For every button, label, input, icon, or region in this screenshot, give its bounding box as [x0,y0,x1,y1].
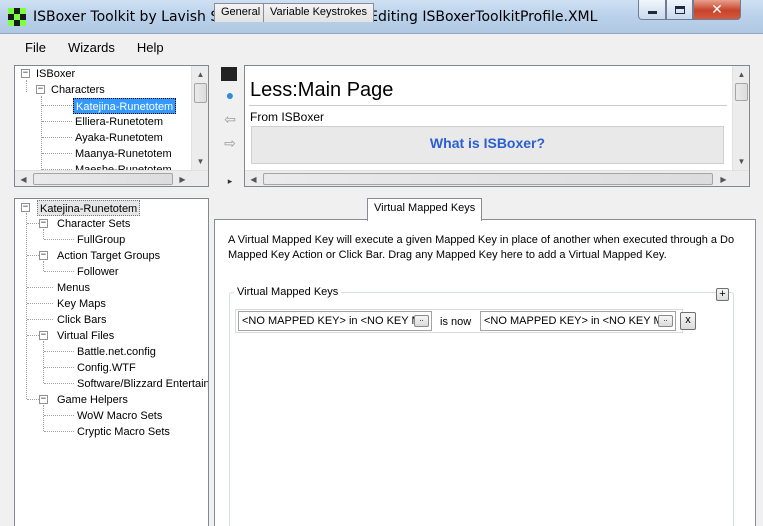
source-mapped-key-field[interactable]: <NO MAPPED KEY> in <NO KEY M .. [238,311,432,331]
browse-target-button[interactable]: .. [658,315,673,327]
scrollbar-thumb[interactable] [735,83,748,101]
scrollbar-thumb[interactable] [263,173,713,185]
tree-item-character[interactable]: Elliera-Runetotem [75,114,163,130]
home-icon[interactable] [221,67,237,81]
forward-arrow-icon[interactable]: ⇨ [221,135,239,151]
tree-item-key-maps[interactable]: Key Maps [57,296,106,312]
tree-item-virtual-file[interactable]: Battle.net.config [77,344,156,360]
tree-item-character[interactable]: Katejina-Runetotem [73,98,177,114]
collapse-toolbar-icon[interactable]: ▸ [221,173,239,189]
maximize-button[interactable] [666,0,693,20]
tree-item-click-bars[interactable]: Click Bars [57,312,107,328]
scroll-left-icon[interactable]: ◀ [15,171,32,186]
tree-item-virtual-file[interactable]: Software/Blizzard Entertain [77,376,208,392]
menu-file[interactable]: File [14,38,57,57]
add-vmk-button[interactable]: + [716,288,729,301]
minimize-icon [647,11,657,14]
tree-item-fullgroup[interactable]: FullGroup [77,232,125,248]
collapse-icon[interactable]: − [21,203,30,212]
page-source: From ISBoxer [250,110,325,124]
vmk-group-label: Virtual Mapped Keys [234,286,342,298]
menu-help[interactable]: Help [126,38,175,57]
tree-item-wow-macro-sets[interactable]: WoW Macro Sets [77,408,162,424]
profile-tree-pane: − ISBoxer − Characters Katejina-Runetote… [14,65,209,187]
vertical-scrollbar[interactable]: ▲ ▼ [732,66,749,170]
tree-item-character[interactable]: Maanya-Runetotem [75,146,172,162]
scroll-up-icon[interactable]: ▲ [733,66,749,83]
close-icon: ✕ [711,1,723,18]
tree-item-action-target-groups[interactable]: Action Target Groups [57,248,160,264]
browse-source-button[interactable]: .. [414,315,429,327]
app-icon [8,8,26,26]
scroll-up-icon[interactable]: ▲ [192,66,208,83]
tab-general[interactable]: General [214,3,268,22]
scroll-right-icon[interactable]: ▶ [174,171,191,186]
collapse-icon[interactable]: − [36,85,45,94]
tab-variable-keystrokes[interactable]: Variable Keystrokes [263,3,375,22]
tree-item-isboxer[interactable]: ISBoxer [36,66,75,82]
menu-wizards[interactable]: Wizards [57,38,126,57]
collapse-icon[interactable]: − [21,69,30,78]
vertical-scrollbar[interactable]: ▲ ▼ [191,66,208,170]
browser-toolbar: ● ⇦ ⇨ ▸ [218,65,244,186]
collapse-icon[interactable]: − [39,251,48,260]
info-box: What is ISBoxer? [251,126,724,164]
tree-item-menus[interactable]: Menus [57,280,90,296]
collapse-icon[interactable]: − [39,331,48,340]
scrollbar-thumb[interactable] [33,173,173,185]
minimize-button[interactable] [638,0,666,20]
tree-item-character[interactable]: Maeshe-Runetotem [75,162,172,170]
tree-item-virtual-file[interactable]: Config.WTF [77,360,136,376]
close-button[interactable]: ✕ [693,0,741,20]
target-mapped-key-value: <NO MAPPED KEY> in <NO KEY M [484,315,663,327]
tree-item-virtual-files[interactable]: Virtual Files [57,328,114,344]
menu-bar: File Wizards Help [0,34,763,60]
scroll-left-icon[interactable]: ◀ [245,171,262,186]
collapse-icon[interactable]: − [39,219,48,228]
target-mapped-key-field[interactable]: <NO MAPPED KEY> in <NO KEY M .. [480,311,676,331]
tree-item-characters[interactable]: Characters [51,82,105,98]
tree-item-character-sets[interactable]: Character Sets [57,216,130,232]
remove-vmk-button[interactable]: x [680,312,696,330]
is-now-label: is now [440,316,472,328]
scroll-right-icon[interactable]: ▶ [715,171,732,186]
tab-virtual-mapped-keys[interactable]: Virtual Mapped Keys [367,198,483,221]
tree-item-game-helpers[interactable]: Game Helpers [57,392,128,408]
horizontal-scrollbar[interactable]: ◀ ▶ [245,170,749,186]
scroll-down-icon[interactable]: ▼ [733,153,749,170]
tree-item-cryptic-macro-sets[interactable]: Cryptic Macro Sets [77,424,170,440]
tree-item-character-root[interactable]: Katejina-Runetotem [37,200,141,216]
scrollbar-thumb[interactable] [194,83,207,103]
tree-item-follower[interactable]: Follower [77,264,119,280]
maximize-icon [674,5,685,14]
vmk-description: A Virtual Mapped Key will execute a give… [228,234,735,261]
horizontal-scrollbar[interactable]: ◀ ▶ [15,170,208,186]
back-arrow-icon[interactable]: ⇦ [221,111,239,127]
source-mapped-key-value: <NO MAPPED KEY> in <NO KEY M [242,315,421,327]
divider [249,105,727,106]
collapse-icon[interactable]: − [39,395,48,404]
talk-icon[interactable]: ● [221,87,239,103]
tree-item-character[interactable]: Ayaka-Runetotem [75,130,163,146]
horizontal-splitter[interactable] [0,190,763,196]
character-tree-pane: − Katejina-Runetotem − Character Sets Fu… [14,198,209,526]
page-title: Less:Main Page [250,79,394,101]
info-box-title[interactable]: What is ISBoxer? [252,135,723,151]
title-bar: ISBoxer Toolkit by Lavish Software - Bui… [0,0,763,34]
scroll-down-icon[interactable]: ▼ [192,153,208,170]
